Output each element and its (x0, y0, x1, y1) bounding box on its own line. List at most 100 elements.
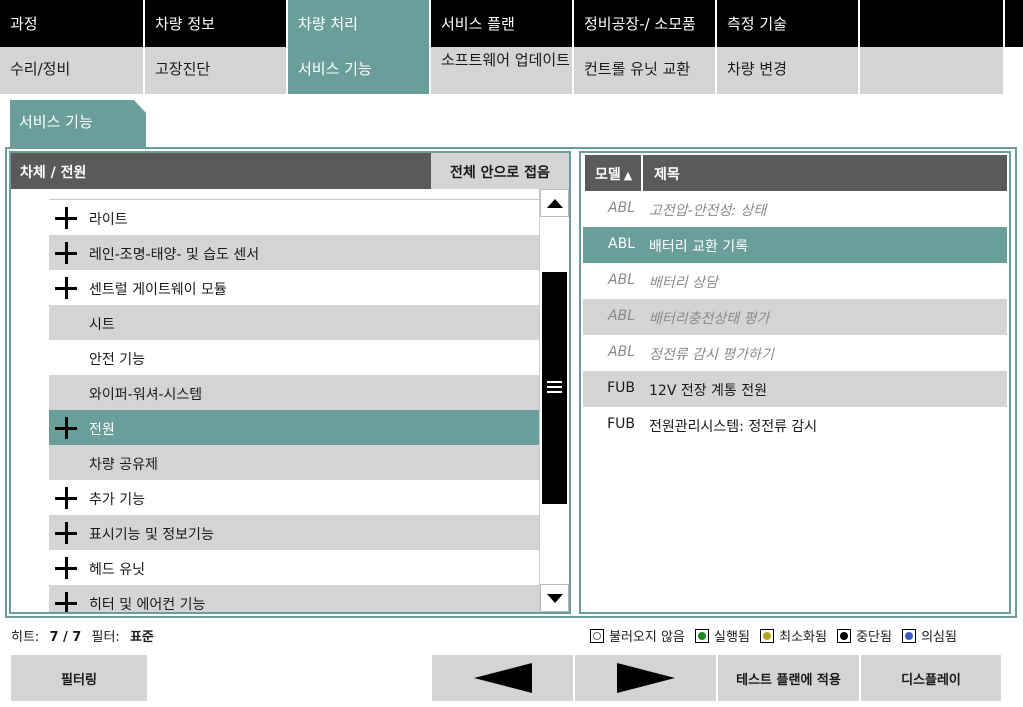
expand-icon[interactable] (55, 417, 77, 439)
subtab-control-unit-replacement[interactable]: 컨트롤 유닛 교환 (574, 47, 717, 94)
filter-label: 필터: (91, 630, 120, 645)
row-title: 12V 전장 계통 전원 (649, 383, 768, 399)
expand-icon[interactable] (55, 277, 77, 299)
tree-item-label: 레인-조명-태양- 및 습도 센서 (89, 247, 260, 263)
tab-measurement[interactable]: 측정 기술 (717, 0, 860, 47)
expand-icon[interactable] (55, 557, 77, 579)
yellow-dot-icon (760, 629, 775, 643)
subtab-service-functions[interactable]: 서비스 기능 (288, 47, 431, 94)
sub-nav: 수리/정비 고장진단 서비스 기능 소프트웨어 업데이트 컨트롤 유닛 교환 차… (0, 47, 1023, 95)
tree-item-label: 헤드 유닛 (89, 562, 145, 578)
table-header: 모델 ▲ 제목 (585, 155, 1007, 191)
tab-process[interactable]: 과정 (0, 0, 145, 47)
row-title: 배터리충전상태 평가 (649, 311, 770, 327)
tree-item-label: 시트 (89, 317, 115, 333)
tab-service-plan[interactable]: 서비스 플랜 (431, 0, 574, 47)
forward-button[interactable] (575, 655, 716, 701)
display-button[interactable]: 디스플레이 (861, 655, 1001, 701)
row-model: ABL (608, 308, 635, 324)
back-button[interactable] (432, 655, 573, 701)
blue-dot-icon (902, 629, 917, 643)
table-row[interactable]: ABL 고전압-안전성: 상태 (583, 191, 1007, 227)
legend-executed: 실행됨 (695, 626, 750, 645)
expand-icon[interactable] (55, 592, 77, 612)
subtab-diagnosis[interactable]: 고장진단 (145, 47, 288, 94)
collapse-all-button[interactable]: 전체 안으로 접음 (431, 153, 569, 189)
left-arrow-icon (474, 663, 532, 693)
row-model: ABL (608, 236, 635, 252)
tree-item-wiper-washer[interactable]: 와이퍼-워셔-시스템 (49, 375, 539, 410)
table-row[interactable]: ABL 정전류 감시 평가하기 (583, 335, 1007, 371)
tree-item-head-unit[interactable]: 헤드 유닛 (49, 550, 539, 585)
table-row[interactable]: ABL 배터리 상담 (583, 263, 1007, 299)
tree-item-seats[interactable]: 시트 (49, 305, 539, 340)
column-header-title[interactable]: 제목 (654, 164, 680, 184)
function-tree-panel: 차체 / 전원 전체 안으로 접음 라이트 레인-조명-태양- 및 습도 센서 … (9, 151, 571, 614)
table-row[interactable]: FUB 전원관리시스템: 정전류 감시 (583, 407, 1007, 443)
row-model: FUB (607, 416, 635, 432)
tree-item-label: 히터 및 에어컨 기능 (89, 597, 206, 613)
row-model: ABL (608, 344, 635, 360)
tree-item-label: 센트럴 게이트웨이 모듈 (89, 282, 227, 298)
tree-item-power[interactable]: 전원 (49, 410, 539, 445)
tree-item-central-gateway[interactable]: 센트럴 게이트웨이 모듈 (49, 270, 539, 305)
tree-item-car-sharing[interactable]: 차량 공유제 (49, 445, 539, 480)
grip-icon (547, 381, 562, 393)
row-title: 전원관리시스템: 정전류 감시 (649, 419, 818, 435)
row-title: 배터리 교환 기록 (649, 239, 749, 255)
tab-vehicle-info[interactable]: 차량 정보 (145, 0, 288, 47)
black-dot-icon (837, 629, 852, 643)
tree-item-label: 표시기능 및 정보기능 (89, 527, 214, 543)
subtab-software-update[interactable]: 소프트웨어 업데이트 (431, 47, 574, 94)
legend-not-loaded: 불러오지 않음 (590, 626, 685, 645)
table-row[interactable]: FUB 12V 전장 계통 전원 (583, 371, 1007, 407)
legend-label: 불러오지 않음 (609, 630, 685, 645)
legend-label: 최소화됨 (779, 630, 827, 645)
tree-header: 차체 / 전원 전체 안으로 접음 (11, 153, 569, 189)
tab-workshop-consumables[interactable]: 정비공장-/ 소모품 (574, 0, 717, 47)
tree-list: 라이트 레인-조명-태양- 및 습도 센서 센트럴 게이트웨이 모듈 시트 안전… (11, 189, 539, 613)
tree-item-additional-functions[interactable]: 추가 기능 (49, 480, 539, 515)
tree-item-label: 전원 (89, 422, 115, 438)
filter-button[interactable]: 필터링 (11, 655, 147, 701)
row-title: 정전류 감시 평가하기 (649, 347, 774, 363)
row-title: 고전압-안전성: 상태 (649, 203, 767, 219)
tree-item-safety[interactable]: 안전 기능 (49, 340, 539, 375)
legend-minimized: 최소화됨 (760, 626, 827, 645)
column-header-model[interactable]: 모델 ▲ (585, 155, 643, 191)
scroll-down-icon[interactable] (540, 584, 569, 612)
subtab-empty (860, 47, 1005, 94)
tab-vehicle-treatment[interactable]: 차량 처리 (288, 0, 431, 47)
subtab-repair[interactable]: 수리/정비 (0, 47, 145, 94)
expand-icon[interactable] (55, 522, 77, 544)
function-table-panel: 모델 ▲ 제목 ABL 고전압-안전성: 상태 ABL 배터리 교환 기록 ABL… (579, 151, 1011, 614)
apply-test-plan-label: 테스트 플랜에 적용 (736, 673, 841, 688)
column-model-label: 모델 (595, 167, 621, 183)
row-model: ABL (608, 200, 635, 216)
expand-icon[interactable] (55, 242, 77, 264)
scroll-up-icon[interactable] (540, 189, 569, 217)
expand-icon[interactable] (55, 207, 77, 229)
tree-item-display-info[interactable]: 표시기능 및 정보기능 (49, 515, 539, 550)
legend-aborted: 중단됨 (837, 626, 892, 645)
tree-item-label: 차량 공유제 (89, 457, 158, 473)
legend-label: 실행됨 (714, 630, 750, 645)
tree-item-label: 라이트 (89, 212, 128, 228)
display-button-label: 디스플레이 (901, 673, 961, 688)
section-tab-service-functions: 서비스 기능 (10, 100, 146, 147)
tree-item-rain-light-sensor[interactable]: 레인-조명-태양- 및 습도 센서 (49, 235, 539, 270)
legend-label: 중단됨 (856, 630, 892, 645)
hits-label: 히트: (11, 630, 40, 645)
table-row[interactable]: ABL 배터리 교환 기록 (583, 227, 1007, 263)
table-row[interactable]: ABL 배터리충전상태 평가 (583, 299, 1007, 335)
apply-test-plan-button[interactable]: 테스트 플랜에 적용 (718, 655, 859, 701)
subtab-vehicle-modification[interactable]: 차량 변경 (717, 47, 860, 94)
tree-scrollbar[interactable] (539, 189, 569, 612)
sort-ascending-icon: ▲ (623, 169, 633, 182)
scroll-thumb[interactable] (542, 272, 567, 504)
tree-item-lights[interactable]: 라이트 (49, 200, 539, 235)
row-model: FUB (607, 380, 635, 396)
empty-circle-icon (590, 629, 604, 643)
expand-icon[interactable] (55, 487, 77, 509)
tree-item-heater-ac[interactable]: 히터 및 에어컨 기능 (49, 585, 539, 613)
